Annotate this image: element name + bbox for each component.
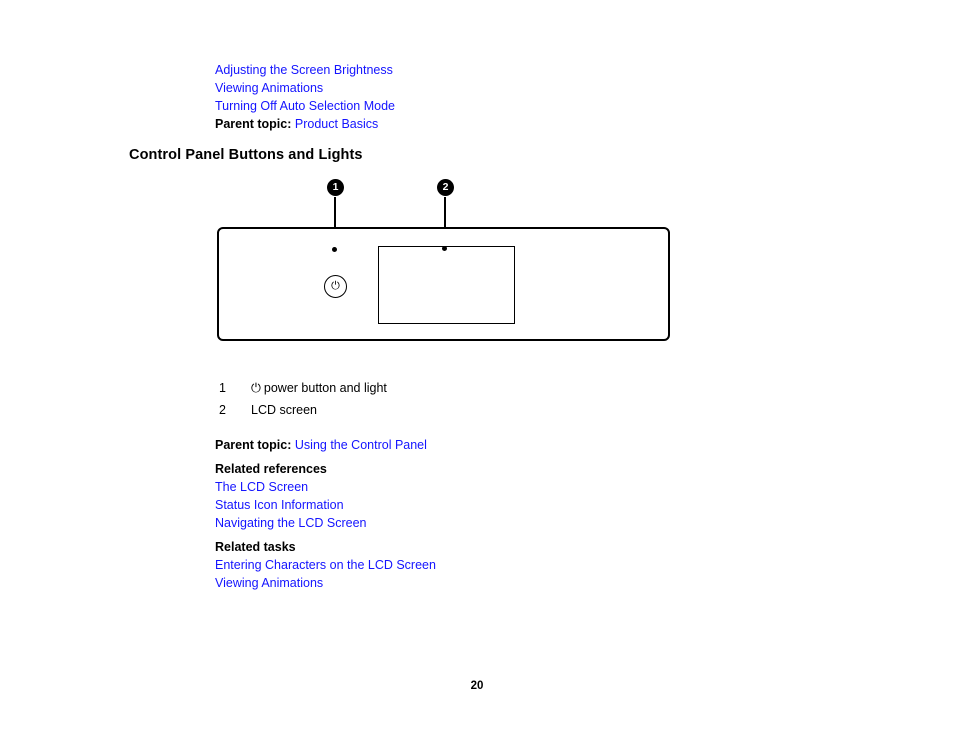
link-the-lcd-screen[interactable]: The LCD Screen: [215, 478, 436, 496]
legend-label: LCD screen: [251, 403, 317, 417]
power-icon: ⏻: [251, 381, 261, 395]
power-button: ⏻: [324, 275, 347, 298]
link-entering-characters-on-the-lcd-screen[interactable]: Entering Characters on the LCD Screen: [215, 556, 436, 574]
parent-topic-row-top: Parent topic: Product Basics: [215, 115, 395, 133]
control-panel-figure: 1 2 ⏻: [0, 170, 954, 355]
document-page: Adjusting the Screen Brightness Viewing …: [0, 0, 954, 738]
lcd-screen: [378, 246, 515, 324]
callout-marker-2: 2: [437, 179, 454, 196]
related-tasks-heading: Related tasks: [215, 540, 296, 554]
link-product-basics[interactable]: Product Basics: [295, 117, 378, 131]
legend-number: 2: [219, 403, 226, 417]
link-turning-off-auto-selection-mode[interactable]: Turning Off Auto Selection Mode: [215, 97, 395, 115]
page-title: Control Panel Buttons and Lights: [129, 147, 363, 163]
link-status-icon-information[interactable]: Status Icon Information: [215, 496, 436, 514]
link-viewing-animations-bottom[interactable]: Viewing Animations: [215, 574, 436, 592]
related-references-heading: Related references: [215, 462, 327, 476]
power-icon: ⏻: [331, 280, 340, 292]
parent-topic-label-top: Parent topic:: [215, 117, 292, 131]
callout-anchor-dot-2: [442, 246, 447, 251]
link-adjusting-screen-brightness[interactable]: Adjusting the Screen Brightness: [215, 61, 395, 79]
link-viewing-animations-top[interactable]: Viewing Animations: [215, 79, 395, 97]
legend-row: 1 ⏻ power button and light: [219, 381, 387, 403]
legend-number: 1: [219, 381, 226, 395]
link-navigating-the-lcd-screen[interactable]: Navigating the LCD Screen: [215, 514, 436, 532]
page-number: 20: [470, 680, 484, 692]
parent-topic-label-bottom: Parent topic:: [215, 438, 292, 452]
parent-topic-row-bottom: Parent topic: Using the Control Panel: [215, 436, 436, 454]
legend-row: 2 LCD screen: [219, 403, 387, 425]
figure-legend: 1 ⏻ power button and light 2 LCD screen: [219, 381, 387, 425]
callout-anchor-dot-1: [332, 247, 337, 252]
callout-marker-1: 1: [327, 179, 344, 196]
link-using-the-control-panel[interactable]: Using the Control Panel: [295, 438, 427, 452]
legend-label: power button and light: [263, 381, 387, 395]
bottom-topic-links: Parent topic: Using the Control Panel Re…: [215, 436, 436, 592]
top-topic-links: Adjusting the Screen Brightness Viewing …: [215, 61, 395, 133]
